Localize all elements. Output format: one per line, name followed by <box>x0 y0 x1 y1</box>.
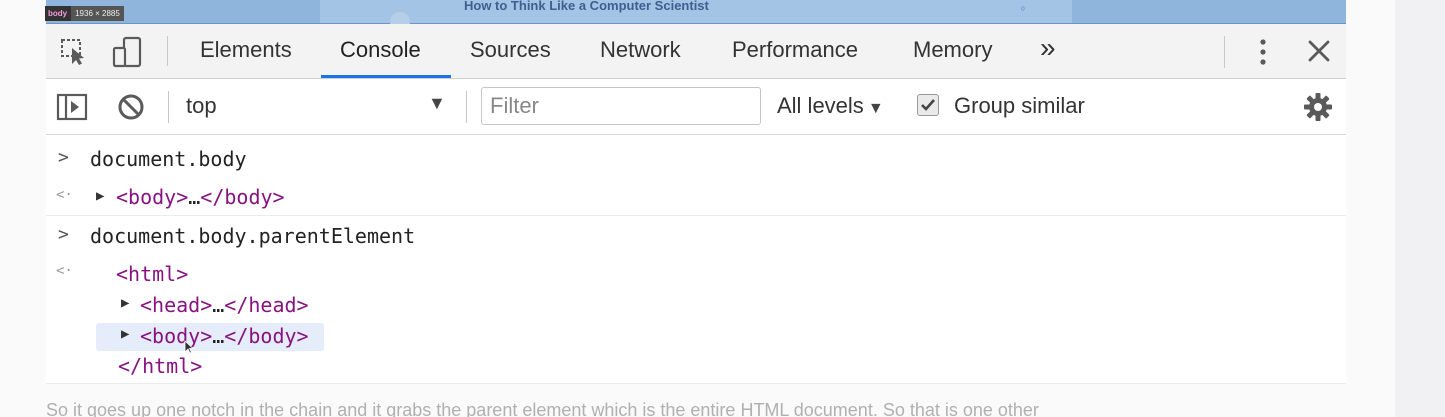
ellipsis: … <box>212 324 225 348</box>
expand-triangle-icon[interactable]: ▶ <box>121 326 129 342</box>
tab-elements[interactable]: Elements <box>200 37 292 63</box>
page-title: How to Think Like a Computer Scientist <box>464 0 709 13</box>
message-divider <box>46 215 1346 216</box>
page-highlight-strip: How to Think Like a Computer Scientist ⌃… <box>46 0 1346 32</box>
tabbar-separator-right <box>1224 36 1225 68</box>
transcript-caption: So it goes up one notch in the chain and… <box>46 400 1039 417</box>
right-gutter <box>1395 0 1445 417</box>
console-command: document.body.parentElement <box>90 224 416 248</box>
clear-console-icon[interactable] <box>116 92 146 127</box>
tag-open: <body> <box>116 185 189 209</box>
tab-memory[interactable]: Memory <box>913 37 992 63</box>
tooltip-tag: body <box>48 9 68 18</box>
tag-close: </body> <box>224 324 309 348</box>
message-divider <box>46 383 1346 384</box>
tabbar-separator <box>167 36 168 66</box>
result-node-body[interactable]: <body>…</body> <box>116 185 285 209</box>
checkmark-icon <box>921 99 935 111</box>
devtools-tabbar: Elements Console Sources Network Perform… <box>46 24 1346 79</box>
group-similar-label: Group similar <box>954 93 1085 118</box>
ellipsis: … <box>188 185 201 209</box>
context-selector[interactable]: top <box>186 93 217 119</box>
filter-input[interactable] <box>481 87 761 125</box>
ellipsis: … <box>212 293 225 317</box>
element-tooltip: body 1936 × 2885 <box>45 6 124 21</box>
active-tab-indicator <box>321 75 451 78</box>
group-similar-checkbox[interactable] <box>917 94 939 116</box>
close-icon[interactable] <box>1308 40 1330 67</box>
tab-console[interactable]: Console <box>340 37 421 63</box>
body-node[interactable]: <body>…</body> <box>140 324 309 348</box>
more-tabs-icon[interactable]: » <box>1040 32 1056 64</box>
tab-network[interactable]: Network <box>600 37 681 63</box>
html-open-tag[interactable]: <html> <box>116 262 188 286</box>
settings-gear-icon[interactable] <box>1303 92 1333 127</box>
kebab-menu-icon[interactable] <box>1255 37 1271 72</box>
chevron-down-icon: ▼ <box>867 100 884 117</box>
tag-open: <body> <box>140 324 213 348</box>
inspect-element-icon[interactable] <box>60 38 90 71</box>
scroll-caret-icon: ⌃ ᵒ <box>1021 0 1030 16</box>
device-toolbar-icon[interactable] <box>112 36 144 73</box>
devtools-panel: Elements Console Sources Network Perform… <box>46 24 1346 384</box>
html-close-tag: </html> <box>118 354 203 378</box>
toolbar-separator-2 <box>466 91 467 123</box>
sidebar-toggle-icon[interactable] <box>56 92 88 127</box>
toolbar-separator <box>168 91 169 123</box>
input-prompt-icon: > <box>58 224 69 245</box>
tag-open: <head> <box>140 293 213 317</box>
tag-close: </head> <box>224 293 309 317</box>
console-toolbar: top ▼ All levels▼ Group similar <box>46 79 1346 135</box>
head-node[interactable]: <head>…</head> <box>140 293 309 317</box>
console-command: document.body <box>90 147 247 171</box>
log-levels-dropdown[interactable]: All levels ▼ <box>777 93 884 119</box>
input-prompt-icon: > <box>58 147 69 168</box>
log-levels-label: All levels <box>777 93 864 118</box>
expand-triangle-icon[interactable]: ▶ <box>96 188 104 204</box>
result-arrow-icon: <· <box>56 187 73 203</box>
tooltip-size: 1936 × 2885 <box>71 6 124 21</box>
result-arrow-icon: <· <box>56 263 73 279</box>
console-output[interactable]: > document.body <· ▶ <body>…</body> > do… <box>46 135 1346 384</box>
tag-close: </body> <box>200 185 285 209</box>
tab-sources[interactable]: Sources <box>470 37 551 63</box>
context-dropdown-icon[interactable]: ▼ <box>428 93 446 114</box>
tab-performance[interactable]: Performance <box>732 37 858 63</box>
expand-triangle-icon[interactable]: ▶ <box>121 295 129 311</box>
